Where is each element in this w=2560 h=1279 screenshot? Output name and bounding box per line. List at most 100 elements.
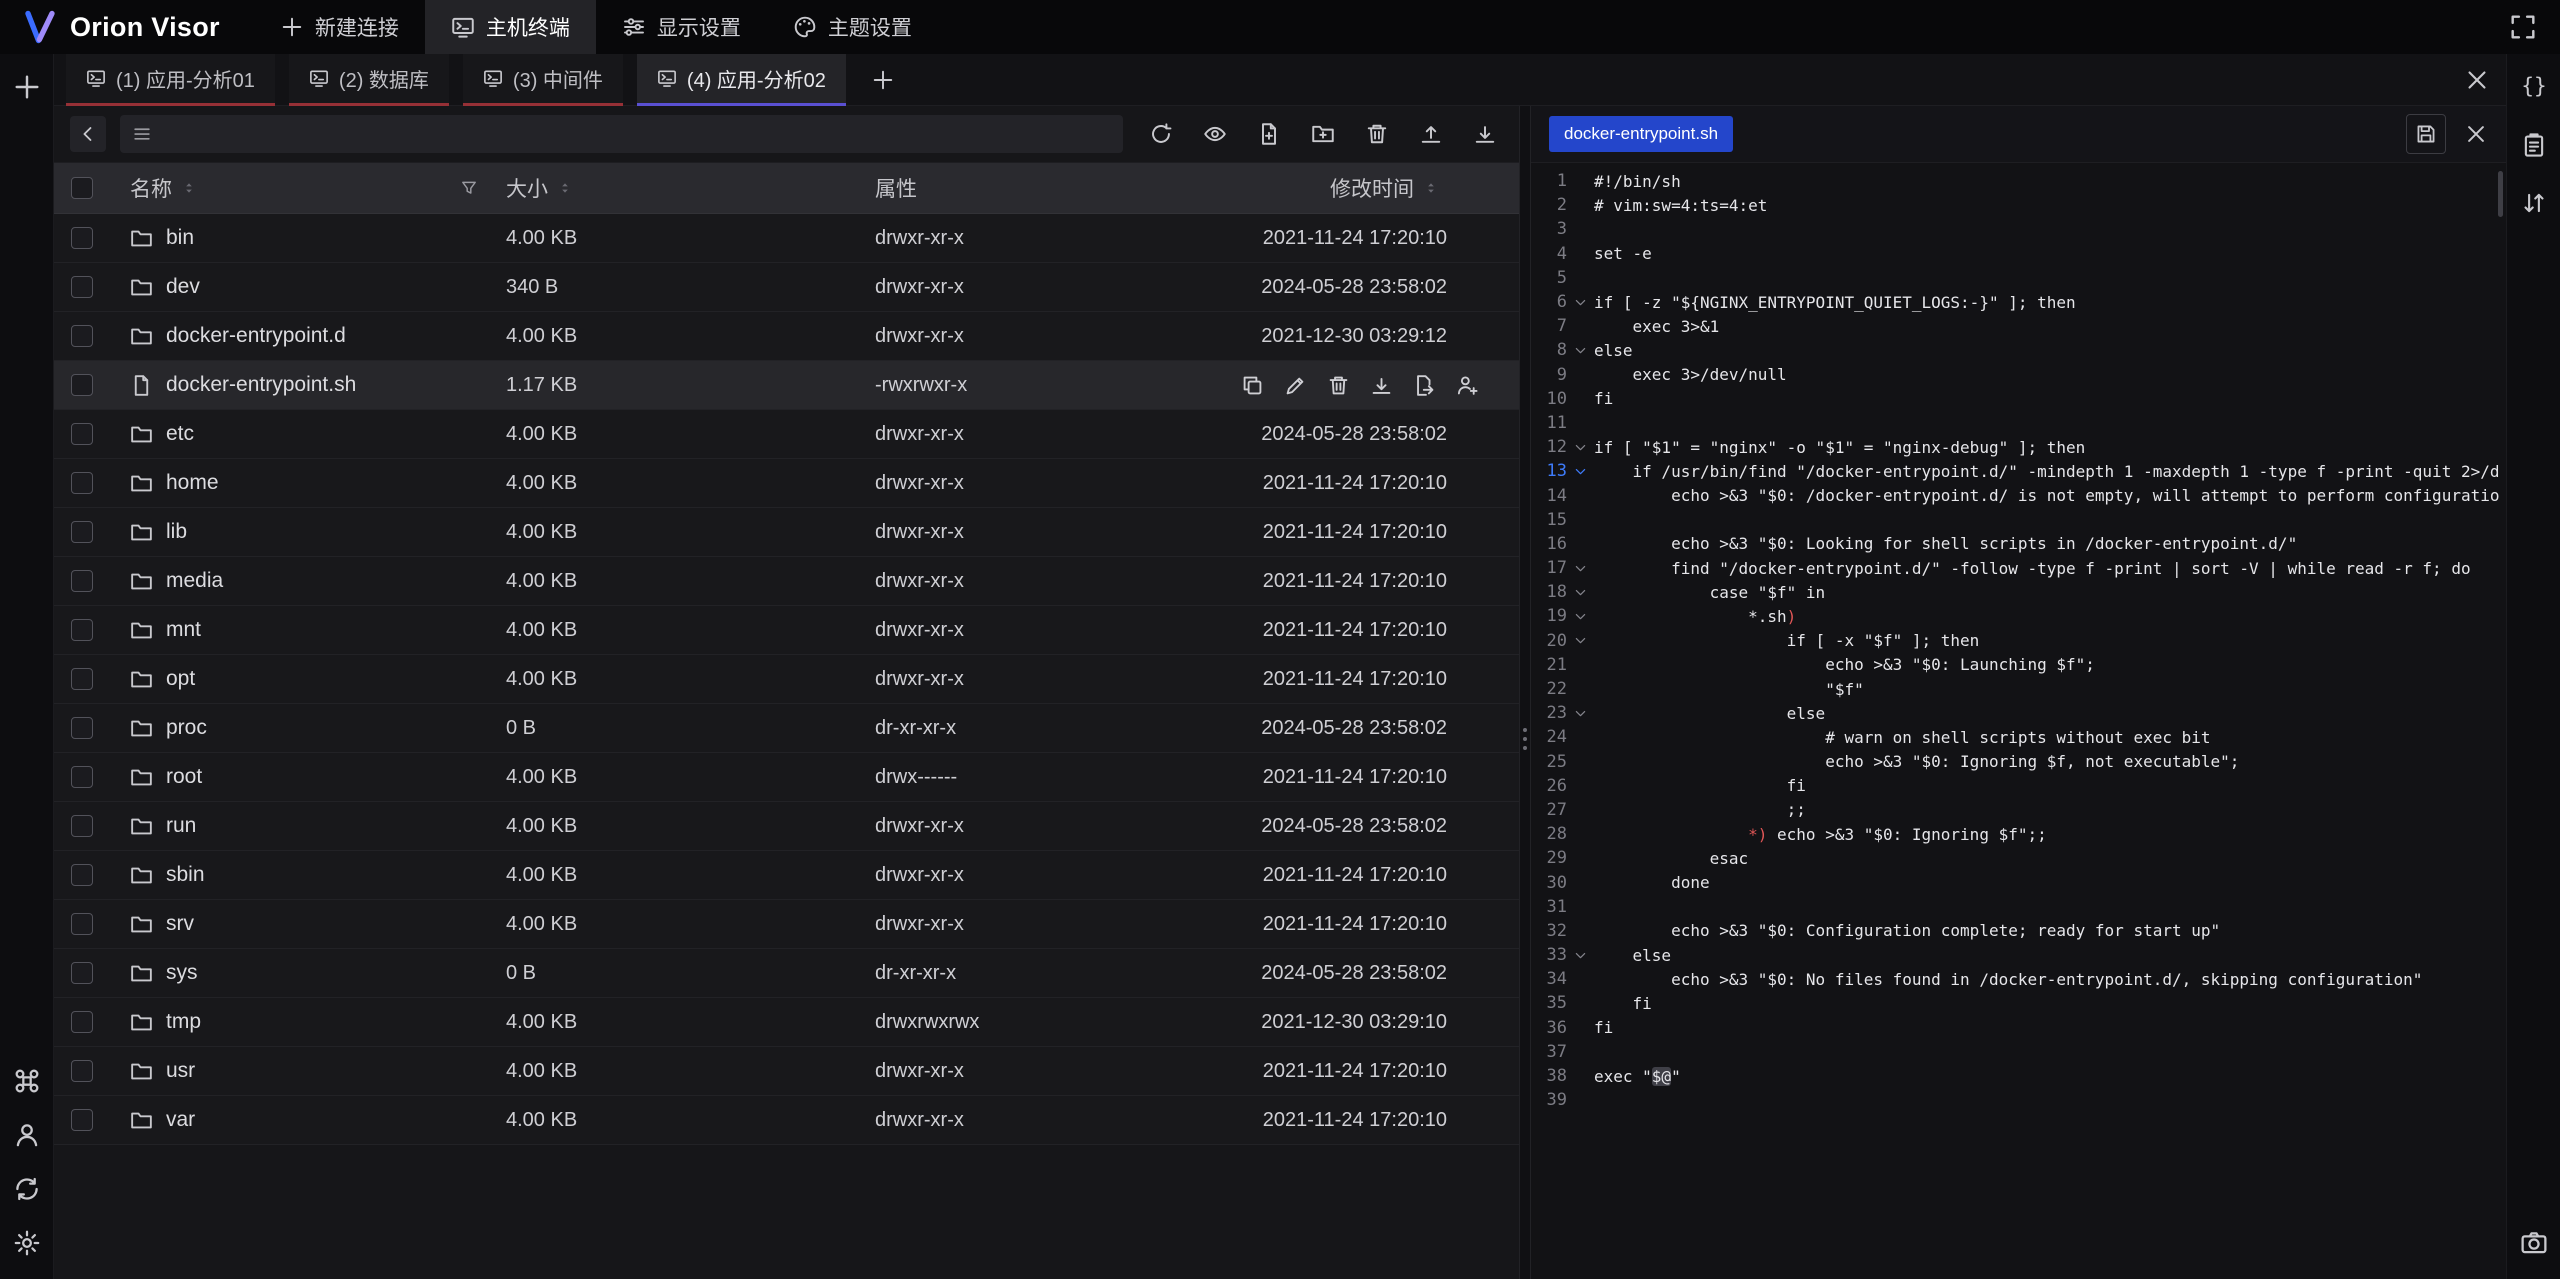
- delete-action-icon[interactable]: [1327, 374, 1350, 397]
- row-checkbox[interactable]: [71, 815, 93, 837]
- code-line-33[interactable]: 33 else: [1531, 943, 2506, 967]
- delete-icon[interactable]: [1359, 116, 1395, 152]
- code-line-4[interactable]: 4set -e: [1531, 242, 2506, 266]
- code-line-19[interactable]: 19 *.sh): [1531, 604, 2506, 628]
- code-line-31[interactable]: 31: [1531, 895, 2506, 919]
- save-button[interactable]: [2406, 114, 2446, 154]
- row-checkbox[interactable]: [71, 276, 93, 298]
- fold-chevron-icon[interactable]: [1567, 609, 1594, 624]
- row-checkbox[interactable]: [71, 717, 93, 739]
- code-line-6[interactable]: 6if [ -z "${NGINX_ENTRYPOINT_QUIET_LOGS:…: [1531, 290, 2506, 314]
- fold-chevron-icon[interactable]: [1567, 464, 1594, 479]
- row-checkbox[interactable]: [71, 668, 93, 690]
- code-line-29[interactable]: 29 esac: [1531, 846, 2506, 870]
- code-line-17[interactable]: 17 find "/docker-entrypoint.d/" -follow …: [1531, 556, 2506, 580]
- table-row-sbin[interactable]: sbin4.00 KBdrwxr-xr-x2021-11-24 17:20:10: [54, 851, 1519, 900]
- table-row-bin[interactable]: bin4.00 KBdrwxr-xr-x2021-11-24 17:20:10: [54, 214, 1519, 263]
- code-line-11[interactable]: 11: [1531, 411, 2506, 435]
- code-line-27[interactable]: 27 ;;: [1531, 798, 2506, 822]
- editor-close-icon[interactable]: [2464, 122, 2488, 146]
- editor-scrollbar-thumb[interactable]: [2498, 171, 2503, 217]
- user-icon[interactable]: [13, 1121, 41, 1149]
- table-row-usr[interactable]: usr4.00 KBdrwxr-xr-x2021-11-24 17:20:10: [54, 1047, 1519, 1096]
- code-line-1[interactable]: 1#!/bin/sh: [1531, 169, 2506, 193]
- open-file-tag[interactable]: docker-entrypoint.sh: [1549, 116, 1733, 152]
- panel-resize-divider[interactable]: [1519, 106, 1531, 1279]
- fold-chevron-icon[interactable]: [1567, 561, 1594, 576]
- row-checkbox[interactable]: [71, 374, 93, 396]
- table-row-opt[interactable]: opt4.00 KBdrwxr-xr-x2021-11-24 17:20:10: [54, 655, 1519, 704]
- fullscreen-icon[interactable]: [2508, 12, 2538, 42]
- upload-icon[interactable]: [1413, 116, 1449, 152]
- sort-mtime-icon[interactable]: [1423, 180, 1439, 196]
- code-line-34[interactable]: 34 echo >&3 "$0: No files found in /dock…: [1531, 967, 2506, 991]
- new-folder-icon[interactable]: [1305, 116, 1341, 152]
- table-row-mnt[interactable]: mnt4.00 KBdrwxr-xr-x2021-11-24 17:20:10: [54, 606, 1519, 655]
- row-checkbox[interactable]: [71, 423, 93, 445]
- row-checkbox[interactable]: [71, 913, 93, 935]
- settings-gear-icon[interactable]: [13, 1229, 41, 1257]
- tab-4[interactable]: (4) 应用-分析02: [637, 54, 846, 106]
- table-row-docker-entrypoint.d[interactable]: docker-entrypoint.d4.00 KBdrwxr-xr-x2021…: [54, 312, 1519, 361]
- fold-chevron-icon[interactable]: [1567, 948, 1594, 963]
- code-line-38[interactable]: 38exec "$@": [1531, 1064, 2506, 1088]
- nav-item-host-terminal[interactable]: 主机终端: [425, 0, 596, 54]
- table-row-tmp[interactable]: tmp4.00 KBdrwxrwxrwx2021-12-30 03:29:10: [54, 998, 1519, 1047]
- code-line-26[interactable]: 26 fi: [1531, 774, 2506, 798]
- download-icon[interactable]: [1467, 116, 1503, 152]
- code-line-30[interactable]: 30 done: [1531, 870, 2506, 894]
- code-line-32[interactable]: 32 echo >&3 "$0: Configuration complete;…: [1531, 919, 2506, 943]
- row-checkbox[interactable]: [71, 864, 93, 886]
- code-line-36[interactable]: 36fi: [1531, 1016, 2506, 1040]
- code-line-35[interactable]: 35 fi: [1531, 991, 2506, 1015]
- sync-icon[interactable]: [13, 1175, 41, 1203]
- row-checkbox[interactable]: [71, 962, 93, 984]
- code-line-37[interactable]: 37: [1531, 1040, 2506, 1064]
- code-line-23[interactable]: 23 else: [1531, 701, 2506, 725]
- code-line-22[interactable]: 22 "$f": [1531, 677, 2506, 701]
- nav-item-new-connection[interactable]: 新建连接: [254, 0, 425, 54]
- filter-funnel-icon[interactable]: [460, 179, 478, 197]
- add-tab-button[interactable]: [860, 54, 906, 106]
- table-row-etc[interactable]: etc4.00 KBdrwxr-xr-x2024-05-28 23:58:02: [54, 410, 1519, 459]
- code-line-21[interactable]: 21 echo >&3 "$0: Launching $f";: [1531, 653, 2506, 677]
- table-row-home[interactable]: home4.00 KBdrwxr-xr-x2021-11-24 17:20:10: [54, 459, 1519, 508]
- code-line-12[interactable]: 12if [ "$1" = "nginx" -o "$1" = "nginx-d…: [1531, 435, 2506, 459]
- select-all-checkbox[interactable]: [71, 177, 93, 199]
- table-row-sys[interactable]: sys0 Bdr-xr-xr-x2024-05-28 23:58:02: [54, 949, 1519, 998]
- snippets-braces-icon[interactable]: {}: [2520, 72, 2548, 100]
- row-checkbox[interactable]: [71, 570, 93, 592]
- code-line-14[interactable]: 14 echo >&3 "$0: /docker-entrypoint.d/ i…: [1531, 483, 2506, 507]
- row-checkbox[interactable]: [71, 1011, 93, 1033]
- table-row-root[interactable]: root4.00 KBdrwx------2021-11-24 17:20:10: [54, 753, 1519, 802]
- table-row-lib[interactable]: lib4.00 KBdrwxr-xr-x2021-11-24 17:20:10: [54, 508, 1519, 557]
- table-row-docker-entrypoint.sh[interactable]: docker-entrypoint.sh1.17 KB-rwxrwxr-x: [54, 361, 1519, 410]
- preview-eye-icon[interactable]: [1197, 116, 1233, 152]
- code-line-15[interactable]: 15: [1531, 508, 2506, 532]
- copy-action-icon[interactable]: [1241, 374, 1264, 397]
- back-button[interactable]: [70, 116, 106, 152]
- table-row-dev[interactable]: dev340 Bdrwxr-xr-x2024-05-28 23:58:02: [54, 263, 1519, 312]
- shortcut-command-icon[interactable]: [13, 1067, 41, 1095]
- row-checkbox[interactable]: [71, 521, 93, 543]
- code-line-10[interactable]: 10fi: [1531, 387, 2506, 411]
- table-row-media[interactable]: media4.00 KBdrwxr-xr-x2021-11-24 17:20:1…: [54, 557, 1519, 606]
- code-line-13[interactable]: 13 if /usr/bin/find "/docker-entrypoint.…: [1531, 459, 2506, 483]
- table-row-var[interactable]: var4.00 KBdrwxr-xr-x2021-11-24 17:20:10: [54, 1096, 1519, 1145]
- tab-3[interactable]: (3) 中间件: [463, 54, 623, 106]
- move-action-icon[interactable]: [1413, 374, 1436, 397]
- sort-size-icon[interactable]: [557, 180, 573, 196]
- nav-item-display-settings[interactable]: 显示设置: [596, 0, 767, 54]
- fold-chevron-icon[interactable]: [1567, 295, 1594, 310]
- screenshot-camera-icon[interactable]: [2520, 1229, 2548, 1257]
- new-file-icon[interactable]: [1251, 116, 1287, 152]
- path-input[interactable]: [162, 123, 1111, 146]
- fold-chevron-icon[interactable]: [1567, 440, 1594, 455]
- clipboard-icon[interactable]: [2521, 132, 2547, 158]
- code-line-7[interactable]: 7 exec 3>&1: [1531, 314, 2506, 338]
- code-line-16[interactable]: 16 echo >&3 "$0: Looking for shell scrip…: [1531, 532, 2506, 556]
- swap-vertical-icon[interactable]: [2521, 190, 2547, 216]
- row-checkbox[interactable]: [71, 1109, 93, 1131]
- code-line-25[interactable]: 25 echo >&3 "$0: Ignoring $f, not execut…: [1531, 750, 2506, 774]
- fold-chevron-icon[interactable]: [1567, 585, 1594, 600]
